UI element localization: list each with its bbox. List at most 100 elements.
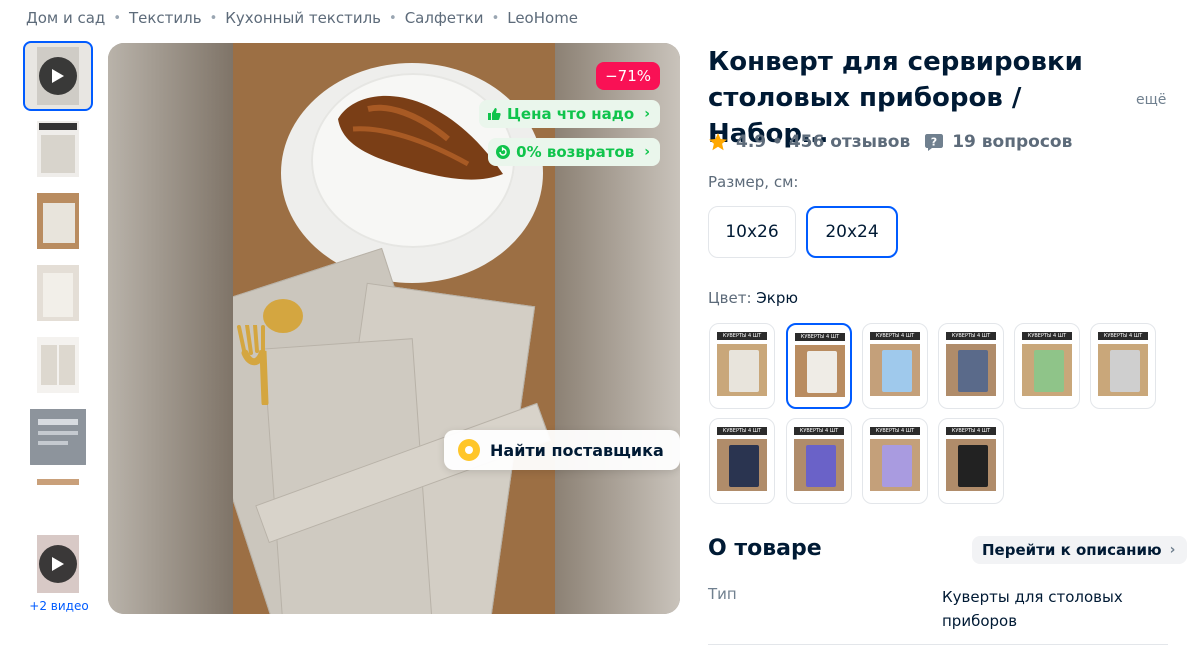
product-main-image[interactable]: −71% Цена что надо › 0% возвратов › Найт… (108, 43, 680, 614)
color-label-text: Цвет: (708, 289, 752, 307)
divider (708, 644, 1168, 645)
play-icon (39, 545, 77, 583)
rating-row: 4.9 • 456 отзывов ? 19 вопросов (708, 132, 1072, 152)
breadcrumb: Дом и сад • Текстиль • Кухонный текстиль… (26, 9, 578, 27)
spec-value: Куверты для столовых приборов (942, 588, 1123, 630)
size-label: Размер, см: (708, 173, 799, 191)
swatch-caption: КУВЕРТЫ 4 ШТ (794, 427, 844, 435)
color-swatch[interactable]: КУВЕРТЫ 4 ШТ (862, 418, 928, 504)
size-option-selected[interactable]: 20x24 (806, 206, 898, 258)
thumbnail-image[interactable] (25, 261, 91, 321)
swatch-napkin (807, 351, 837, 393)
swatch-napkin (958, 445, 988, 487)
price-badge[interactable]: Цена что надо › (478, 100, 660, 128)
color-swatch[interactable]: КУВЕРТЫ 4 ШТ (709, 418, 775, 504)
croissant-image (338, 95, 503, 180)
return-icon (496, 145, 511, 159)
returns-badge[interactable]: 0% возвратов › (488, 138, 660, 166)
spec-key: Тип (708, 585, 737, 603)
swatch-image (717, 439, 767, 491)
swatch-caption: КУВЕРТЫ 4 ШТ (795, 333, 845, 341)
go-to-description-button[interactable]: Перейти к описанию › (972, 536, 1188, 564)
price-badge-label: Цена что надо (506, 105, 635, 123)
breadcrumb-separator: • (113, 10, 121, 26)
swatch-napkin (882, 350, 912, 392)
title-more-link[interactable]: ещё (1136, 92, 1166, 108)
swatch-caption: КУВЕРТЫ 4 ШТ (946, 332, 996, 340)
swatch-caption: КУВЕРТЫ 4 ШТ (717, 427, 767, 435)
swatch-image (946, 439, 996, 491)
more-videos-link[interactable]: +2 видео (25, 599, 93, 613)
swatch-image (794, 439, 844, 491)
swatch-caption: КУВЕРТЫ 4 ШТ (717, 332, 767, 340)
swatch-caption: КУВЕРТЫ 4 ШТ (1022, 332, 1072, 340)
swatch-caption: КУВЕРТЫ 4 ШТ (870, 427, 920, 435)
size-option[interactable]: 10x26 (708, 206, 796, 258)
chevron-right-icon: › (644, 144, 650, 160)
breadcrumb-item[interactable]: Кухонный текстиль (225, 9, 381, 27)
swatch-image (946, 344, 996, 396)
color-swatch[interactable]: КУВЕРТЫ 4 ШТ (938, 418, 1004, 504)
swatch-caption: КУВЕРТЫ 4 ШТ (870, 332, 920, 340)
thumbnail-video[interactable] (25, 531, 91, 597)
swatch-image (1022, 344, 1072, 396)
thumbnail-video[interactable] (23, 41, 93, 111)
breadcrumb-item[interactable]: Текстиль (129, 9, 202, 27)
color-swatch[interactable]: КУВЕРТЫ 4 ШТ (1014, 323, 1080, 409)
image-blur-left (108, 43, 233, 614)
question-icon: ? (925, 134, 944, 151)
swatch-napkin (729, 350, 759, 392)
star-icon (709, 133, 727, 151)
supplier-icon (458, 439, 480, 461)
swatch-napkin (729, 445, 759, 487)
play-icon (39, 57, 77, 95)
go-to-description-label: Перейти к описанию (982, 541, 1162, 559)
color-swatch[interactable]: КУВЕРТЫ 4 ШТ (786, 418, 852, 504)
gold-fork (237, 325, 269, 405)
swatch-napkin (958, 350, 988, 392)
rating-value: 4.9 (736, 132, 767, 152)
color-swatch[interactable]: КУВЕРТЫ 4 ШТ (938, 323, 1004, 409)
color-swatch[interactable]: КУВЕРТЫ 4 ШТ (1090, 323, 1156, 409)
swatch-image (795, 345, 845, 397)
swatch-image (1098, 344, 1148, 396)
chevron-right-icon: › (644, 106, 650, 122)
rating-separator: • (766, 132, 789, 152)
find-supplier-button[interactable]: Найти поставщика (444, 430, 680, 470)
swatch-image (870, 344, 920, 396)
swatch-image (717, 344, 767, 396)
reviews-link[interactable]: 456 отзывов (789, 132, 910, 152)
thumbnail-image[interactable] (25, 333, 91, 393)
image-blur-right (555, 43, 680, 614)
color-swatch-selected[interactable]: КУВЕРТЫ 4 ШТ (786, 323, 852, 409)
chevron-right-icon: › (1169, 542, 1176, 558)
discount-badge: −71% (596, 62, 660, 90)
find-supplier-label: Найти поставщика (490, 440, 664, 460)
color-swatch[interactable]: КУВЕРТЫ 4 ШТ (862, 323, 928, 409)
breadcrumb-item-brand[interactable]: LeoHome (507, 9, 578, 27)
svg-text:?: ? (931, 136, 937, 149)
returns-badge-label: 0% возвратов (516, 143, 635, 161)
thumbnail-image[interactable] (25, 117, 91, 177)
about-title: О товаре (708, 536, 822, 561)
product-photo (233, 43, 555, 614)
color-label: Цвет: Экрю (708, 289, 798, 307)
questions-link[interactable]: 19 вопросов (952, 132, 1072, 152)
swatch-napkin (806, 445, 836, 487)
swatch-napkin (1110, 350, 1140, 392)
swatch-image (870, 439, 920, 491)
swatch-caption: КУВЕРТЫ 4 ШТ (946, 427, 996, 435)
swatch-napkin (882, 445, 912, 487)
thumbnail-image[interactable] (25, 405, 91, 465)
swatch-napkin (1034, 350, 1064, 392)
thumbs-up-icon (487, 108, 501, 120)
color-swatch[interactable]: КУВЕРТЫ 4 ШТ (709, 323, 775, 409)
breadcrumb-separator: • (491, 10, 500, 26)
breadcrumb-separator: • (389, 10, 397, 26)
thumbnail-image[interactable] (25, 475, 91, 485)
color-value: Экрю (756, 289, 798, 307)
thumbnail-image[interactable] (25, 189, 91, 249)
swatch-caption: КУВЕРТЫ 4 ШТ (1098, 332, 1148, 340)
breadcrumb-item[interactable]: Дом и сад (26, 9, 105, 27)
breadcrumb-item[interactable]: Салфетки (405, 9, 484, 27)
